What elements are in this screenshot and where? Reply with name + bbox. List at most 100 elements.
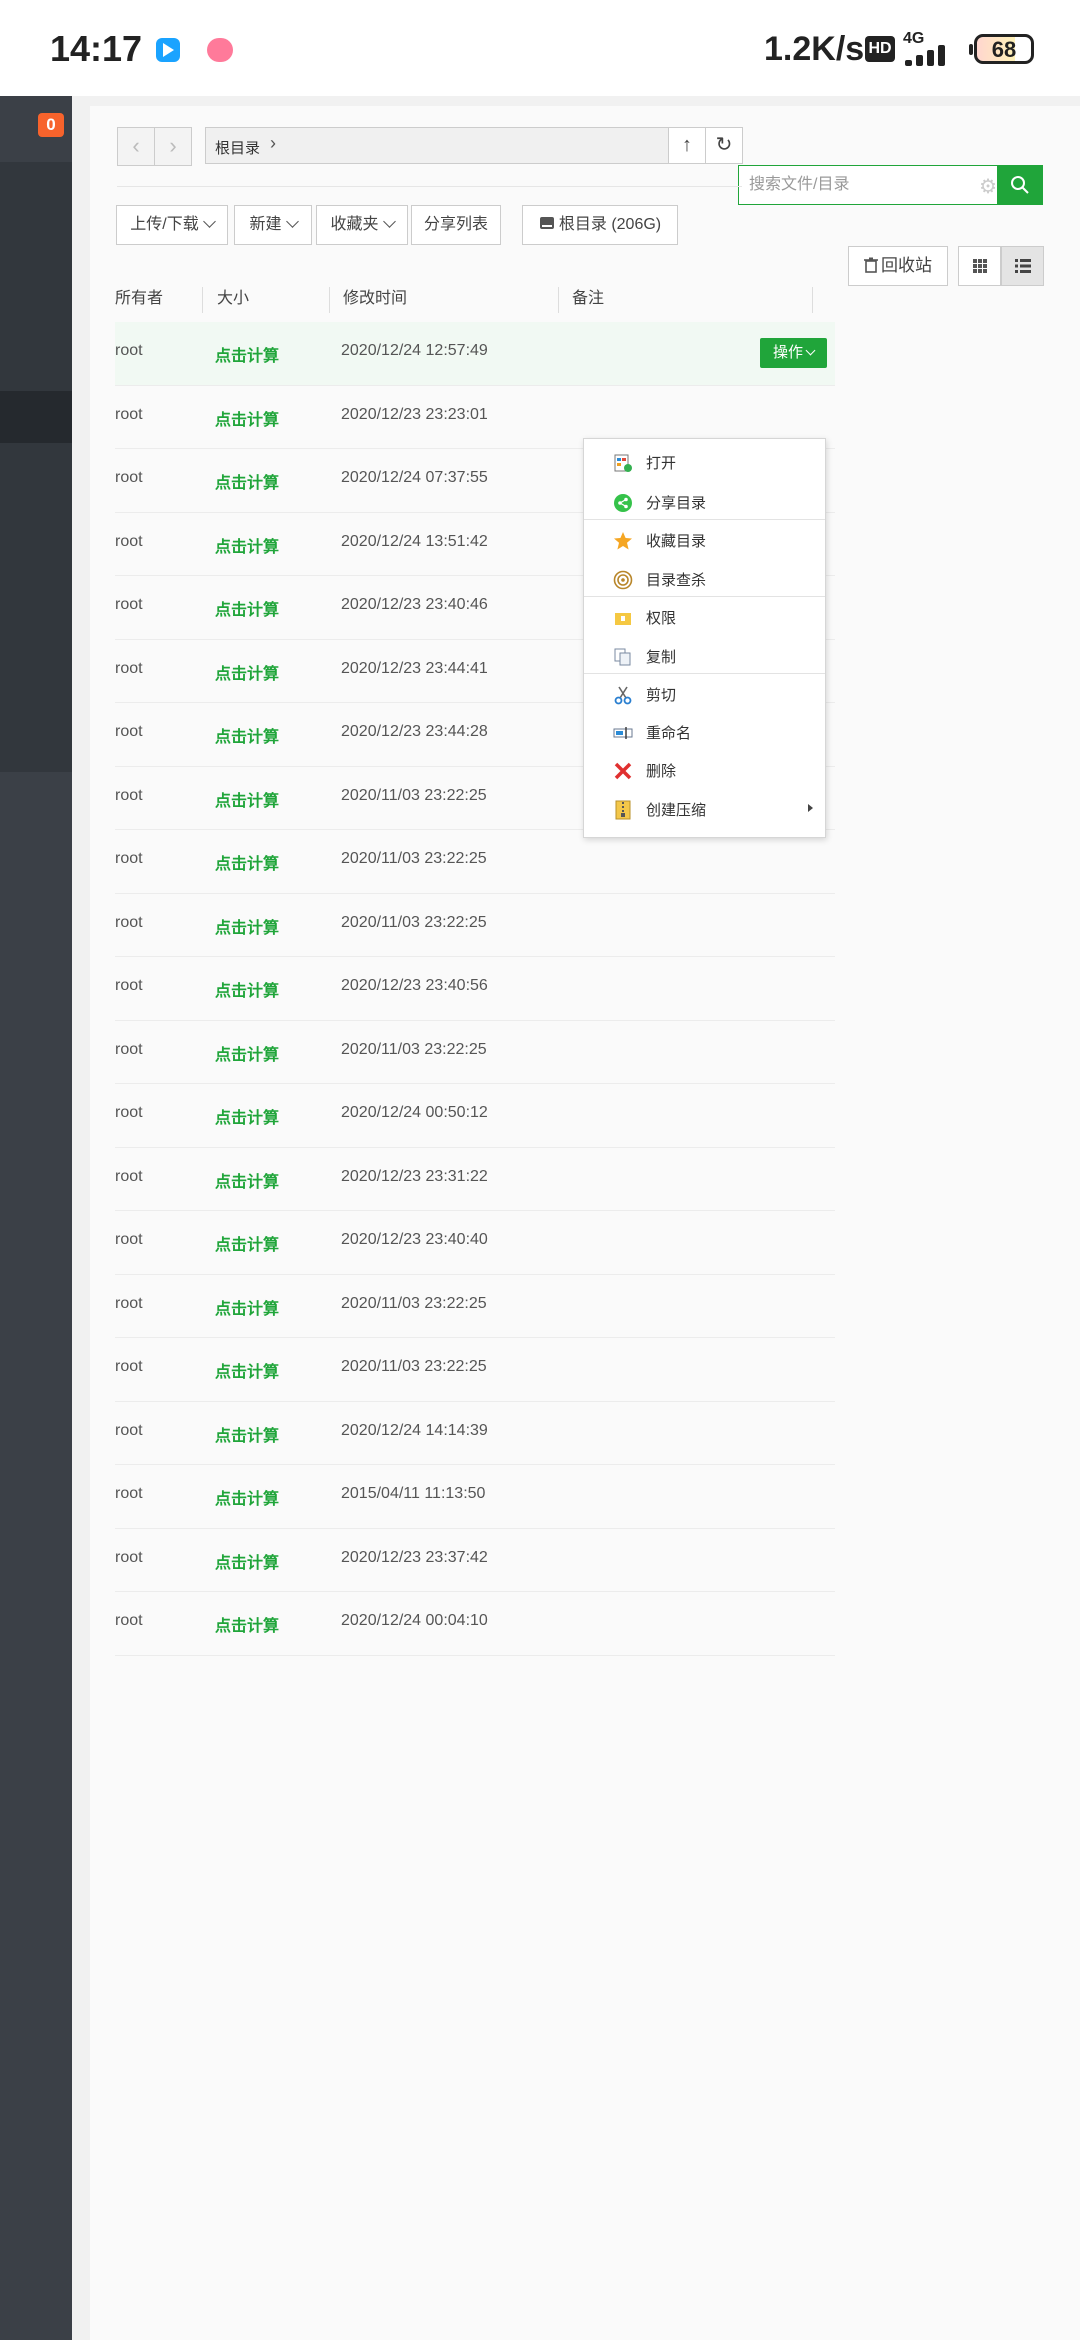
modified-time-cell: 2020/12/23 23:23:01 xyxy=(341,405,488,423)
gear-icon[interactable]: ⚙ xyxy=(979,174,997,199)
table-row[interactable]: root 点击计算 2020/12/23 23:31:22 xyxy=(115,1148,835,1211)
table-row[interactable]: root 点击计算 2020/12/23 23:37:42 xyxy=(115,1529,835,1592)
menu-item-share[interactable]: 分享目录 xyxy=(584,483,825,521)
list-view-button[interactable] xyxy=(1001,246,1044,286)
size-calc-link[interactable]: 点击计算 xyxy=(215,406,279,430)
size-calc-link[interactable]: 点击计算 xyxy=(215,1295,279,1319)
status-time: 14:17 xyxy=(50,28,143,69)
menu-divider xyxy=(584,673,825,674)
menu-item-star[interactable]: 收藏目录 xyxy=(584,521,825,559)
table-row[interactable]: root 点击计算 2020/11/03 23:22:25 xyxy=(115,1338,835,1402)
menu-item-open[interactable]: 打开 xyxy=(584,443,825,481)
size-calc-link[interactable]: 点击计算 xyxy=(215,1612,279,1636)
size-calc-link[interactable]: 点击计算 xyxy=(215,977,279,1001)
sidebar-item-active[interactable] xyxy=(0,391,72,443)
size-calc-link[interactable]: 点击计算 xyxy=(215,1168,279,1192)
table-row[interactable]: root 点击计算 2020/11/03 23:22:25 xyxy=(115,830,835,894)
menu-item-delete[interactable]: 删除 xyxy=(584,751,825,789)
size-calc-link[interactable]: 点击计算 xyxy=(215,1422,279,1446)
size-calc-link[interactable]: 点击计算 xyxy=(215,914,279,938)
col-modified[interactable]: 修改时间 xyxy=(343,274,407,324)
notification-badge[interactable]: 0 xyxy=(38,113,64,137)
file-manager-panel: ‹ › 根目录 › ↑ ↻ ⚙ 上传/下载 新建 收藏夹 分享列表 根目录 (2… xyxy=(90,106,1080,2340)
pet-app-icon xyxy=(207,38,233,62)
forward-button[interactable]: › xyxy=(154,127,192,166)
path-root-label[interactable]: 根目录 xyxy=(215,137,260,158)
table-row[interactable]: root 点击计算 2020/12/24 00:04:10 xyxy=(115,1592,835,1656)
menu-divider xyxy=(584,519,825,520)
search-input[interactable] xyxy=(739,166,969,204)
search-button[interactable] xyxy=(998,165,1043,205)
table-row[interactable]: root 点击计算 2020/12/24 14:14:39 xyxy=(115,1402,835,1465)
recycle-bin-button[interactable]: 回收站 xyxy=(848,246,948,286)
network-speed: 1.2K/s xyxy=(764,30,865,68)
table-row[interactable]: root 点击计算 2020/11/03 23:22:25 xyxy=(115,894,835,957)
column-divider xyxy=(202,287,203,313)
size-calc-link[interactable]: 点击计算 xyxy=(215,533,279,557)
video-app-icon xyxy=(156,38,180,62)
size-calc-link[interactable]: 点击计算 xyxy=(215,596,279,620)
back-button[interactable]: ‹ xyxy=(117,127,155,166)
size-calc-link[interactable]: 点击计算 xyxy=(215,1485,279,1509)
table-row[interactable]: root 点击计算 2015/04/11 11:13:50 xyxy=(115,1465,835,1529)
column-divider xyxy=(329,287,330,313)
sidebar: 0 xyxy=(0,96,72,2340)
modified-time-cell: 2020/12/23 23:31:22 xyxy=(341,1167,488,1185)
modified-time-cell: 2020/11/03 23:22:25 xyxy=(341,1358,487,1375)
menu-item-label: 目录查杀 xyxy=(646,572,707,589)
modified-time-cell: 2020/12/23 23:44:41 xyxy=(341,659,488,677)
root-disk-button[interactable]: 根目录 (206G) xyxy=(522,205,678,245)
table-header: 所有者 大小 修改时间 备注 xyxy=(115,274,825,324)
grid-view-button[interactable] xyxy=(958,246,1001,286)
upload-download-button[interactable]: 上传/下载 xyxy=(116,205,228,245)
menu-item-permission[interactable]: 权限 xyxy=(584,598,825,636)
modified-time-cell: 2015/04/11 11:13:50 xyxy=(341,1485,486,1502)
share-list-button[interactable]: 分享列表 xyxy=(411,205,501,245)
size-calc-link[interactable]: 点击计算 xyxy=(215,1358,279,1382)
size-calc-link[interactable]: 点击计算 xyxy=(215,342,279,366)
table-row[interactable]: root 点击计算 2020/12/24 00:50:12 xyxy=(115,1084,835,1148)
up-dir-button[interactable]: ↑ xyxy=(668,127,706,164)
size-calc-link[interactable]: 点击计算 xyxy=(215,469,279,493)
size-calc-link[interactable]: 点击计算 xyxy=(215,1041,279,1065)
col-owner[interactable]: 所有者 xyxy=(115,274,163,324)
size-calc-link[interactable]: 点击计算 xyxy=(215,723,279,747)
search-box: ⚙ xyxy=(738,165,998,205)
menu-item-label: 收藏目录 xyxy=(646,533,707,550)
action-dropdown-button[interactable]: 操作 xyxy=(760,338,827,368)
size-calc-link[interactable]: 点击计算 xyxy=(215,787,279,811)
menu-item-scan[interactable]: 目录查杀 xyxy=(584,560,825,598)
menu-item-compress[interactable]: 创建压缩 xyxy=(584,790,825,828)
owner-cell: root xyxy=(115,977,143,994)
new-label: 新建 xyxy=(249,216,282,233)
owner-cell: root xyxy=(115,1231,143,1248)
owner-cell: root xyxy=(115,723,143,740)
table-row[interactable]: root 点击计算 2020/12/23 23:40:40 xyxy=(115,1211,835,1275)
menu-item-label: 删除 xyxy=(646,763,677,780)
size-calc-link[interactable]: 点击计算 xyxy=(215,660,279,684)
new-button[interactable]: 新建 xyxy=(234,205,312,245)
table-row[interactable]: root 点击计算 2020/12/23 23:40:56 xyxy=(115,957,835,1021)
modified-time-cell: 2020/12/23 23:40:56 xyxy=(341,977,488,994)
column-divider xyxy=(812,287,813,313)
menu-item-rename[interactable]: 重命名 xyxy=(584,713,825,751)
path-bar[interactable]: 根目录 › xyxy=(205,127,671,164)
size-calc-link[interactable]: 点击计算 xyxy=(215,1231,279,1255)
divider xyxy=(117,186,742,187)
col-size[interactable]: 大小 xyxy=(217,274,249,324)
favorites-button[interactable]: 收藏夹 xyxy=(316,205,408,245)
menu-item-cut[interactable]: 剪切 xyxy=(584,675,825,713)
modified-time-cell: 2020/12/23 23:40:40 xyxy=(341,1231,488,1248)
owner-cell: root xyxy=(115,1421,143,1439)
table-row[interactable]: root 点击计算 2020/12/24 12:57:49 操作 xyxy=(115,322,835,386)
refresh-button[interactable]: ↻ xyxy=(705,127,743,164)
size-calc-link[interactable]: 点击计算 xyxy=(215,1104,279,1128)
table-row[interactable]: root 点击计算 2020/11/03 23:22:25 xyxy=(115,1021,835,1084)
menu-item-label: 剪切 xyxy=(646,687,677,704)
table-row[interactable]: root 点击计算 2020/11/03 23:22:25 xyxy=(115,1275,835,1338)
size-calc-link[interactable]: 点击计算 xyxy=(215,1549,279,1573)
size-calc-link[interactable]: 点击计算 xyxy=(215,850,279,874)
menu-item-copy[interactable]: 复制 xyxy=(584,637,825,675)
trash-icon xyxy=(864,257,878,273)
modified-time-cell: 2020/12/24 12:57:49 xyxy=(341,342,488,359)
